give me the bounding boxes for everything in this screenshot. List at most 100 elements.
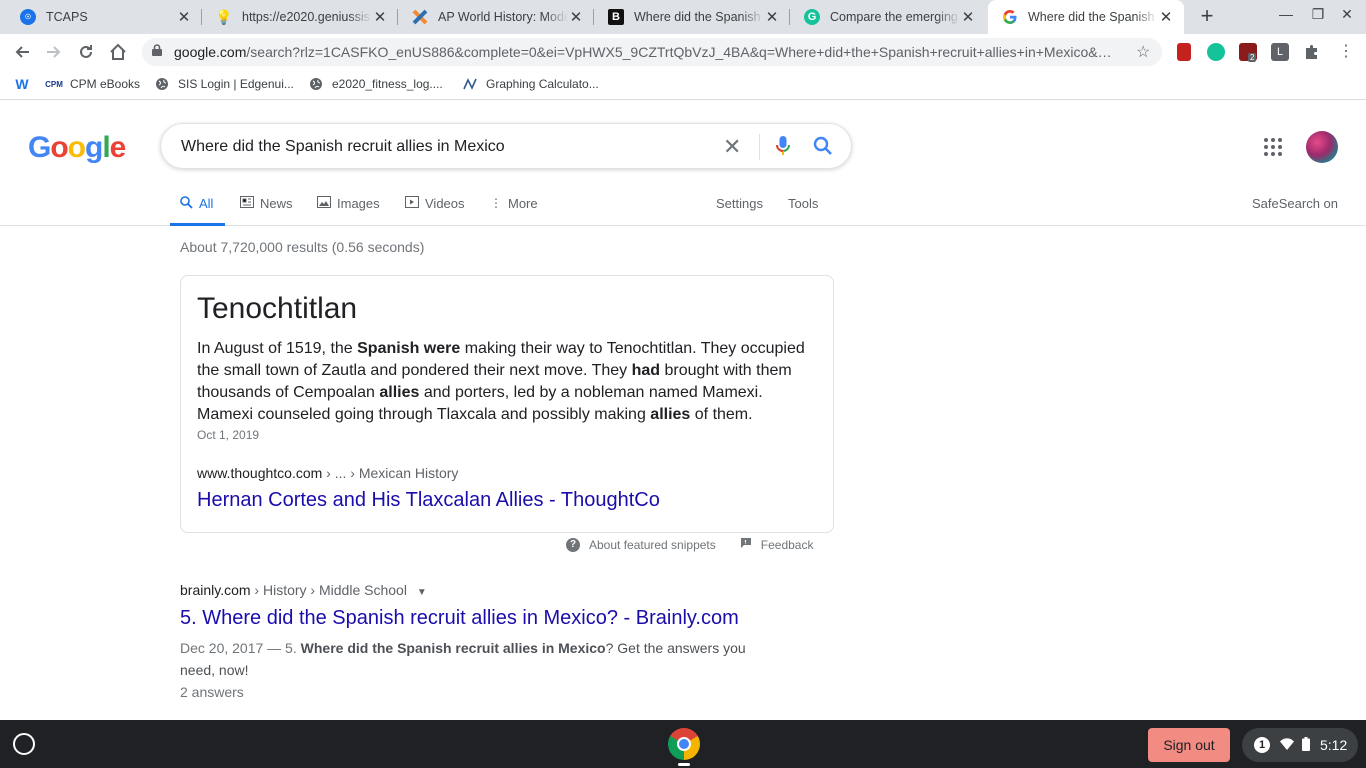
close-tab-icon[interactable]: ✕ [764, 8, 780, 26]
wifi-icon [1280, 737, 1294, 753]
browser-tab[interactable]: G Compare the emerging empires ✕ [790, 0, 986, 34]
result-date: Dec 20, 2017 — 5. [180, 640, 301, 656]
snippet-bold-term: had [631, 362, 661, 379]
bookmark-star-icon[interactable]: ☆ [1136, 42, 1150, 62]
new-tab-plus-icon[interactable]: + [1196, 5, 1218, 28]
close-window-icon[interactable]: ✕ [1336, 6, 1358, 28]
os-shelf: Sign out 1 5:12 [0, 720, 1366, 768]
browser-tab[interactable]: 💡 https://e2020.geniussis.com ✕ [202, 0, 398, 34]
bookmarks-bar: W CPM CPM eBooks SIS Login | Edgenui... … [0, 70, 1366, 100]
globe-icon [308, 76, 324, 92]
result-desc-bold: Where did the Spanish recruit allies in … [300, 640, 606, 656]
chrome-app-icon[interactable] [668, 728, 700, 760]
browser-tab[interactable]: AP World History: Modern ✕ [398, 0, 594, 34]
snippet-answer: Tenochtitlan [197, 292, 358, 325]
forward-arrow-icon[interactable] [41, 39, 67, 65]
result-menu-caret-icon[interactable]: ▼ [417, 587, 427, 598]
google-header: Google Where did the Spanish recruit all… [0, 101, 1366, 226]
tab-title: Compare the emerging empires [830, 10, 960, 24]
extension-badge: 2 [1248, 53, 1257, 62]
reload-icon[interactable] [73, 39, 99, 65]
tab-news[interactable]: News [240, 189, 293, 226]
home-icon[interactable] [105, 39, 131, 65]
google-logo[interactable]: Google [28, 131, 126, 165]
restore-window-icon[interactable]: ❐ [1307, 6, 1329, 28]
image-icon [317, 196, 331, 211]
safesearch-status[interactable]: SafeSearch on [1252, 189, 1338, 226]
app-running-indicator [678, 763, 690, 766]
menu-kebab-icon[interactable]: ⋮ [1337, 43, 1355, 61]
tab-label: News [260, 196, 293, 211]
close-tab-icon[interactable]: ✕ [568, 8, 584, 26]
cite-domain: www.thoughtco.com [197, 465, 323, 481]
cite-path: › History › Middle School [250, 582, 407, 598]
tools-link[interactable]: Tools [788, 189, 818, 226]
close-tab-icon[interactable]: ✕ [176, 8, 192, 26]
settings-link[interactable]: Settings [716, 189, 763, 226]
minimize-window-icon[interactable]: — [1275, 6, 1297, 28]
bookmark-fitness-log[interactable]: e2020_fitness_log.... [308, 76, 443, 92]
snippet-text: In August of 1519, the [197, 340, 358, 357]
search-input[interactable]: Where did the Spanish recruit allies in … [181, 138, 505, 156]
globe-icon [154, 76, 170, 92]
snippet-link[interactable]: Hernan Cortes and His Tlaxcalan Allies -… [197, 489, 660, 512]
tools-label: Tools [788, 196, 819, 211]
bookmark-cpm-ebooks[interactable]: CPM CPM eBooks [45, 76, 140, 92]
search-box-divider [759, 134, 760, 160]
tab-images[interactable]: Images [317, 189, 380, 226]
tab-all[interactable]: All [170, 189, 226, 226]
weebly-bookmark[interactable]: W [14, 76, 38, 92]
tab-label: All [199, 196, 214, 211]
close-tab-icon[interactable]: ✕ [960, 8, 976, 26]
search-magnifier-icon[interactable] [813, 136, 833, 161]
browser-tab[interactable]: B Where did the Spanish recruit ✕ [594, 0, 790, 34]
tab-title: TCAPS [46, 10, 88, 24]
edgenuity-x-favicon-icon [412, 9, 428, 25]
tab-title: https://e2020.geniussis.com [242, 10, 372, 24]
result-cite: brainly.com › History › Middle School ▼ [180, 582, 780, 598]
search-box[interactable]: Where did the Spanish recruit allies in … [160, 123, 852, 169]
feedback-link[interactable]: Feedback [761, 538, 814, 552]
bookmark-label: Graphing Calculato... [486, 77, 599, 91]
back-arrow-icon[interactable] [9, 39, 35, 65]
sign-out-button[interactable]: Sign out [1148, 728, 1230, 762]
brainly-favicon-icon: B [608, 9, 624, 25]
clear-search-icon[interactable]: ✕ [723, 134, 741, 160]
status-tray[interactable]: 1 5:12 [1242, 728, 1358, 762]
tab-more[interactable]: ⋮ More [490, 189, 538, 226]
more-vertical-icon: ⋮ [490, 196, 502, 210]
weebly-w-icon: W [15, 76, 29, 92]
cpm-icon: CPM [45, 79, 63, 89]
featured-snippet: Tenochtitlan In August of 1519, the Span… [180, 275, 834, 533]
battery-icon [1302, 736, 1310, 754]
snippet-bold-term: allies [379, 384, 420, 401]
tab-title: AP World History: Modern [438, 10, 568, 24]
tab-videos[interactable]: Videos [405, 189, 465, 226]
grammarly-extension-icon[interactable] [1207, 43, 1225, 61]
bookmark-graphing-calculator[interactable]: Graphing Calculato... [462, 76, 599, 92]
tab-label: More [508, 196, 538, 211]
bookmark-label: e2020_fitness_log.... [332, 77, 443, 91]
shield-extension-icon[interactable]: 2 [1239, 43, 1257, 62]
browser-tab[interactable]: ☉ TCAPS ✕ [6, 0, 202, 34]
bookmark-sis-login[interactable]: SIS Login | Edgenui... [154, 76, 294, 92]
news-icon [240, 196, 254, 211]
microphone-icon[interactable] [775, 135, 791, 162]
launcher-circle-icon[interactable] [13, 733, 35, 755]
google-apps-grid-icon[interactable] [1263, 137, 1285, 159]
puzzle-extensions-icon[interactable] [1303, 43, 1321, 61]
browser-tab-active[interactable]: Where did the Spanish recruit ✕ [988, 0, 1184, 34]
close-tab-icon[interactable]: ✕ [372, 8, 388, 26]
snippet-footer: ? About featured snippets Feedback [566, 537, 813, 552]
grammarly-favicon-icon: G [804, 9, 820, 25]
l-extension-icon[interactable]: L [1271, 43, 1289, 61]
account-avatar[interactable] [1306, 131, 1338, 163]
close-tab-icon[interactable]: ✕ [1158, 8, 1174, 26]
about-featured-snippets-link[interactable]: About featured snippets [589, 538, 716, 552]
lock-icon[interactable] [152, 43, 162, 61]
result-title-link[interactable]: 5. Where did the Spanish recruit allies … [180, 607, 780, 630]
safesearch-label: SafeSearch on [1252, 196, 1339, 211]
red-book-extension-icon[interactable] [1177, 43, 1191, 61]
address-bar[interactable]: google.com/search?rlz=1CASFKO_enUS886&co… [142, 38, 1162, 66]
snippet-text: of them. [690, 406, 753, 423]
